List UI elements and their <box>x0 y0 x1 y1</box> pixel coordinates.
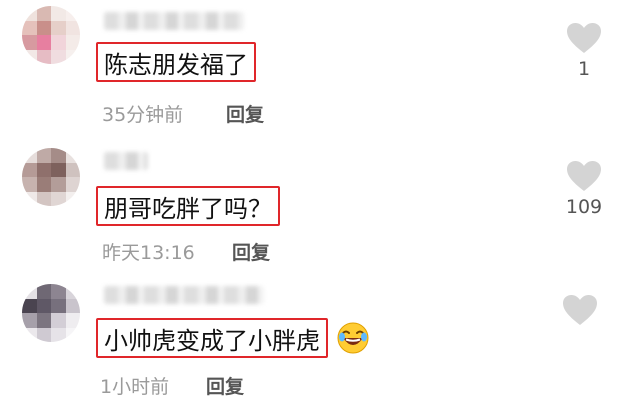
avatar-mosaic-cell <box>22 20 37 35</box>
avatar-mosaic-cell <box>22 49 37 64</box>
avatar-mosaic-cell <box>51 177 66 192</box>
avatar-mosaic-cell <box>65 327 80 342</box>
avatar-mosaic-cell <box>65 35 80 50</box>
avatar-mosaic-cell <box>65 148 80 163</box>
username-blurred[interactable] <box>104 286 264 304</box>
avatar-mosaic-cell <box>51 284 66 299</box>
comment-item: 小帅虎变成了小胖虎 1小时前 回复 <box>0 276 640 414</box>
avatar-mosaic-cell <box>36 313 51 328</box>
avatar-mosaic-cell <box>51 298 66 313</box>
avatar-mosaic-cell <box>36 177 51 192</box>
avatar-mosaic-cell <box>36 284 51 299</box>
avatar-mosaic-cell <box>36 191 51 206</box>
comment-text: 朋哥吃胖了吗？ <box>96 186 280 226</box>
avatar-mosaic-cell <box>65 177 80 192</box>
comment-time: 昨天13:16 <box>102 242 195 264</box>
avatar-mosaic-cell <box>22 298 37 313</box>
avatar-mosaic-cell <box>36 298 51 313</box>
comment-text: 陈志朋发福了 <box>96 42 256 82</box>
avatar-mosaic-cell <box>36 162 51 177</box>
avatar-mosaic-cell <box>51 327 66 342</box>
comment-item: 朋哥吃胖了吗？ 昨天13:16 回复 109 <box>0 138 640 276</box>
avatar-mosaic-cell <box>22 162 37 177</box>
avatar-mosaic-cell <box>36 20 51 35</box>
avatar-mosaic-cell <box>65 49 80 64</box>
avatar-mosaic-cell <box>22 327 37 342</box>
avatar-mosaic-cell <box>22 148 37 163</box>
avatar-mosaic-cell <box>36 49 51 64</box>
avatar-mosaic-cell <box>65 313 80 328</box>
avatar-mosaic-cell <box>65 20 80 35</box>
reply-button[interactable]: 回复 <box>232 238 270 265</box>
avatar-mosaic-cell <box>36 6 51 21</box>
avatar-mosaic-cell <box>65 298 80 313</box>
like-count: 1 <box>577 58 591 80</box>
comment-item: 陈志朋发福了 35分钟前 回复 1 <box>0 0 640 138</box>
avatar-mosaic-cell <box>22 35 37 50</box>
avatar-mosaic-cell <box>51 313 66 328</box>
avatar-mosaic-cell <box>51 49 66 64</box>
avatar-mosaic-cell <box>22 313 37 328</box>
avatar-mosaic-cell <box>36 327 51 342</box>
avatar-mosaic-cell <box>22 284 37 299</box>
avatar-mosaic-cell <box>65 162 80 177</box>
heart-icon[interactable] <box>562 294 598 326</box>
reply-button[interactable]: 回复 <box>226 100 264 127</box>
reply-button[interactable]: 回复 <box>206 372 244 399</box>
avatar-mosaic-cell <box>22 6 37 21</box>
comment-time: 35分钟前 <box>102 104 184 126</box>
avatar-mosaic-cell <box>51 162 66 177</box>
avatar-mosaic-cell <box>22 191 37 206</box>
heart-icon[interactable] <box>566 160 602 192</box>
avatar[interactable] <box>22 284 80 342</box>
comment-text: 小帅虎变成了小胖虎 <box>96 318 328 358</box>
laughing-emoji-icon <box>337 322 369 354</box>
username-blurred[interactable] <box>104 152 148 170</box>
avatar-mosaic-cell <box>22 177 37 192</box>
heart-icon[interactable] <box>566 22 602 54</box>
avatar[interactable] <box>22 148 80 206</box>
avatar-mosaic-cell <box>65 191 80 206</box>
avatar-mosaic-cell <box>65 284 80 299</box>
avatar-mosaic-cell <box>51 6 66 21</box>
avatar-mosaic-cell <box>36 148 51 163</box>
username-blurred[interactable] <box>104 12 244 30</box>
avatar-mosaic-cell <box>51 20 66 35</box>
avatar-mosaic-cell <box>51 148 66 163</box>
avatar-mosaic-cell <box>51 35 66 50</box>
like-count: 109 <box>565 196 603 218</box>
avatar-mosaic-cell <box>36 35 51 50</box>
avatar[interactable] <box>22 6 80 64</box>
avatar-mosaic-cell <box>65 6 80 21</box>
comment-time: 1小时前 <box>100 376 170 398</box>
avatar-mosaic-cell <box>51 191 66 206</box>
